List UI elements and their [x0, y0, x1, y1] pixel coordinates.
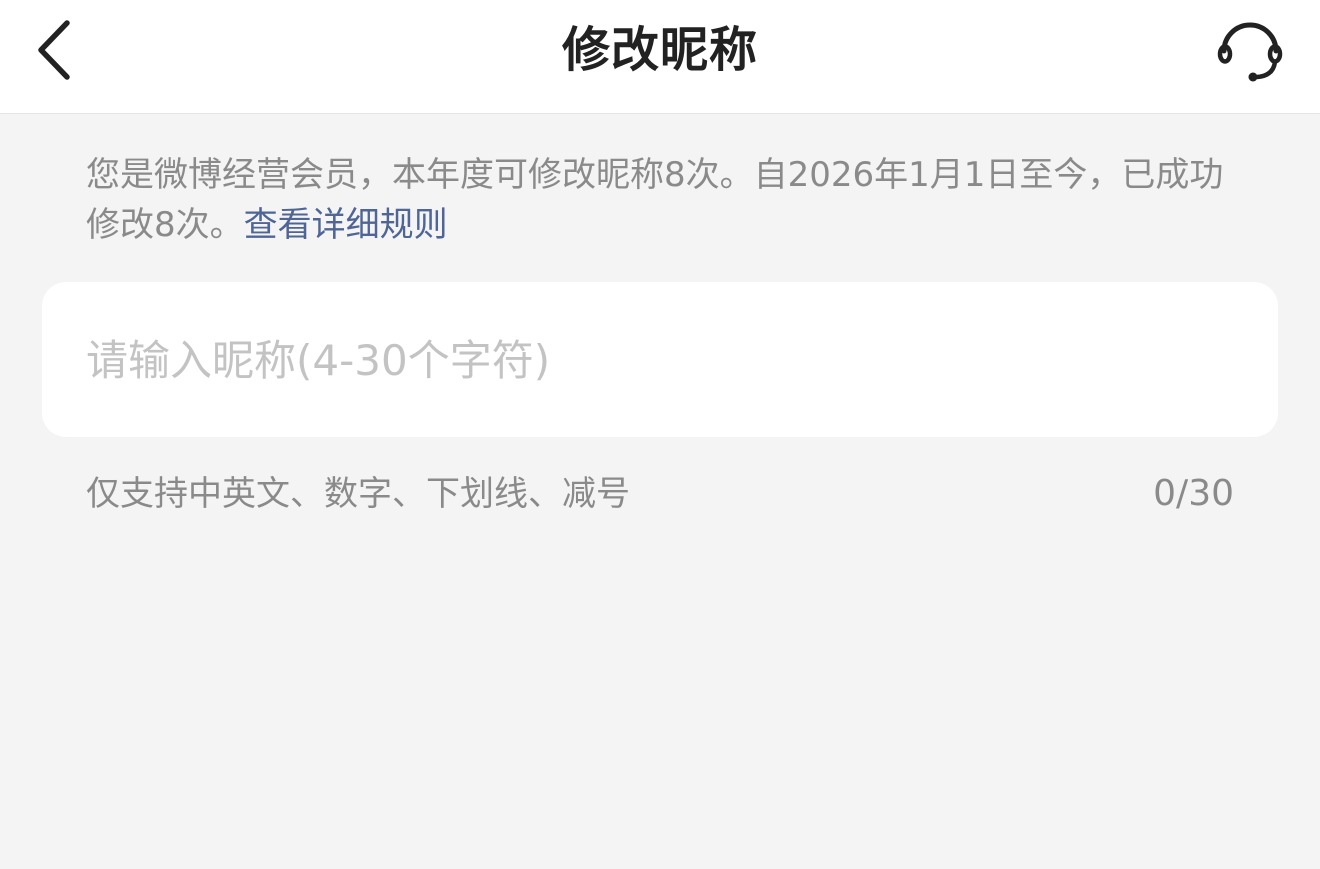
nickname-input-card — [42, 282, 1278, 437]
nav-bar: 修改昵称 — [0, 0, 1320, 114]
customer-service-button[interactable] — [1210, 10, 1290, 90]
character-counter: 0/30 — [1153, 473, 1234, 514]
allowed-characters-hint: 仅支持中英文、数字、下划线、减号 — [86, 474, 630, 514]
nickname-input[interactable] — [86, 320, 1226, 400]
nickname-change-notice: 您是微博经营会员，本年度可修改昵称8次。自2026年1月1日至今，已成功修改8次… — [86, 150, 1246, 250]
view-rules-link[interactable]: 查看详细规则 — [244, 205, 448, 245]
headset-icon — [1217, 22, 1283, 82]
page-title: 修改昵称 — [561, 22, 758, 78]
